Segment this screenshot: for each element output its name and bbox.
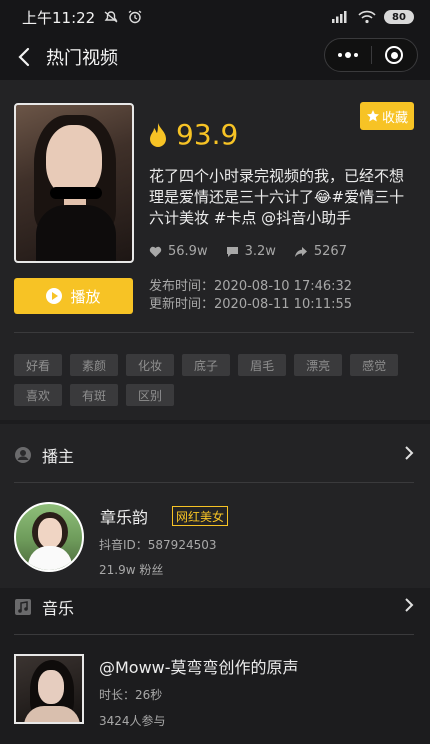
music-duration: 时长：26秒 — [99, 688, 163, 702]
flame-icon — [150, 122, 166, 147]
shares-stat: 5267 — [294, 244, 347, 259]
tag-chip[interactable]: 漂亮 — [294, 354, 343, 376]
update-time: 更新时间：2020-08-11 10:11:55 — [149, 297, 353, 312]
nav-bar: 热门视频 — [0, 34, 430, 80]
more-button[interactable] — [325, 52, 371, 58]
video-thumbnail[interactable] — [14, 103, 134, 263]
anchor-section-label: 播主 — [42, 447, 75, 466]
music-participants: 3424人参与 — [99, 714, 166, 728]
play-label: 播放 — [70, 287, 101, 306]
music-cover[interactable] — [14, 654, 84, 724]
video-stats: 56.9w 3.2w 5267 — [149, 244, 347, 259]
favorite-button[interactable]: 收藏 — [360, 102, 414, 130]
battery-indicator: 80 — [384, 10, 414, 24]
publish-time: 发布时间：2020-08-10 17:46:32 — [149, 279, 353, 294]
target-icon — [385, 46, 404, 64]
page-title: 热门视频 — [46, 48, 118, 69]
anchor-douyin-id: 抖音ID：587924503 — [99, 538, 217, 552]
video-card: 收藏 93.9 花了四个小时录完视频的我，已经不想理是爱情还是三十六计了😂#爱情… — [0, 80, 430, 420]
chevron-right-icon — [404, 445, 414, 465]
chevron-right-icon — [404, 597, 414, 617]
tag-chip[interactable]: 化妆 — [126, 354, 175, 376]
heat-score: 93.9 — [148, 118, 238, 151]
music-icon — [14, 598, 32, 616]
tag-chip[interactable]: 素颜 — [70, 354, 119, 376]
tag-chip[interactable]: 有斑 — [70, 384, 119, 406]
tag-chip[interactable]: 喜欢 — [14, 384, 63, 406]
close-miniapp-button[interactable] — [371, 46, 417, 64]
wifi-icon — [358, 10, 376, 24]
divider — [14, 634, 414, 635]
tag-chip[interactable]: 好看 — [14, 354, 63, 376]
music-section-header[interactable]: 音乐 — [0, 576, 430, 638]
anchor-section: 播主 章乐韵 网红美女 抖音ID：587924503 21.9w 粉丝 — [0, 424, 430, 588]
share-icon — [294, 246, 307, 257]
tag-chip[interactable]: 区别 — [126, 384, 175, 406]
likes-stat: 56.9w — [149, 244, 208, 259]
video-description: 花了四个小时录完视频的我，已经不想理是爱情还是三十六计了😂#爱情三十六计美妆 #… — [149, 167, 405, 227]
chevron-left-icon — [18, 47, 30, 67]
heart-icon — [149, 246, 162, 257]
divider — [14, 482, 414, 483]
comments-stat: 3.2w — [226, 244, 276, 259]
alarm-icon — [128, 10, 142, 24]
tag-chip[interactable]: 感觉 — [350, 354, 399, 376]
user-icon — [14, 446, 32, 464]
music-section: 音乐 @Moww-莫弯弯创作的原声 时长：26秒 3424人参与 — [0, 576, 430, 744]
anchor-section-header[interactable]: 播主 — [0, 424, 430, 486]
anchor-avatar[interactable] — [14, 502, 84, 572]
status-bar: 上午11:22 80 — [0, 0, 430, 34]
cellular-signal-icon — [332, 11, 347, 23]
likes-count: 56.9w — [168, 244, 208, 259]
music-title: @Moww-莫弯弯创作的原声 — [99, 658, 299, 677]
shares-count: 5267 — [313, 244, 347, 259]
play-icon — [46, 288, 63, 304]
anchor-badge: 网红美女 — [172, 506, 229, 526]
tag-chip[interactable]: 底子 — [182, 354, 231, 376]
dnd-icon — [104, 11, 118, 23]
tag-list: 好看 素颜 化妆 底子 眉毛 漂亮 感觉喜欢 有斑 区别 — [14, 354, 424, 406]
star-icon — [366, 110, 379, 122]
comments-count: 3.2w — [244, 244, 276, 259]
anchor-name: 章乐韵 — [100, 508, 149, 527]
tag-chip[interactable]: 眉毛 — [238, 354, 287, 376]
music-section-label: 音乐 — [42, 599, 75, 618]
favorite-label: 收藏 — [381, 110, 408, 126]
miniapp-capsule — [324, 38, 418, 72]
status-time: 上午11:22 — [22, 8, 96, 27]
divider — [14, 332, 414, 333]
back-button[interactable] — [2, 34, 46, 80]
video-dates: 发布时间：2020-08-10 17:46:32 更新时间：2020-08-11… — [149, 278, 352, 314]
comment-icon — [226, 246, 238, 257]
heat-score-value: 93.9 — [176, 118, 239, 151]
play-button[interactable]: 播放 — [14, 278, 133, 314]
